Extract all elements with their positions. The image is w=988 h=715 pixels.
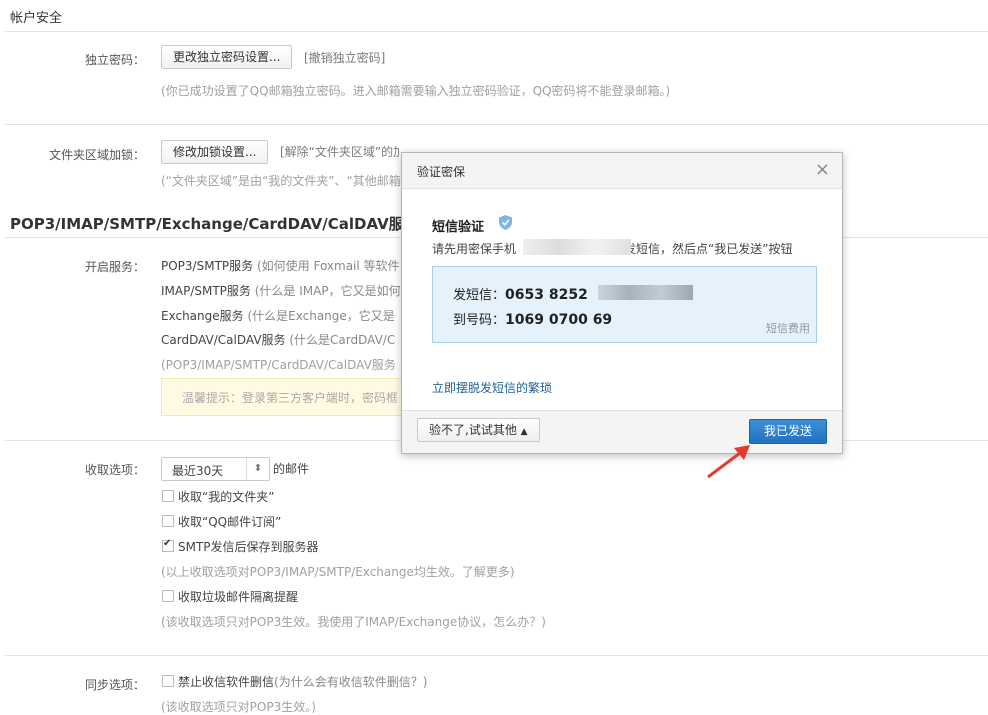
sms-fee-note: 短信费用: [766, 322, 810, 335]
service-carddav-caldav: CardDAV/CalDAV服务 (什么是CardDAV/C: [161, 333, 396, 347]
sent-button[interactable]: 我已发送: [749, 419, 827, 444]
folder-lock-label: 文件夹区域加锁：: [48, 148, 145, 162]
forbid-client-delete-option: 禁止收信软件删信(为什么会有收信软件删信？): [178, 675, 428, 689]
dialog-header: 验证密保 ×: [402, 153, 842, 189]
sms-content-row: 发短信：0653 8252: [453, 287, 588, 303]
receive-options-label: 收取选项：: [84, 463, 145, 477]
change-independent-password-button[interactable]: 更改独立密码设置...: [161, 45, 293, 69]
receive-my-folders-checkbox[interactable]: [162, 490, 174, 502]
phone-number-redacted: [523, 239, 631, 255]
caret-up-icon: ▲: [520, 427, 528, 437]
tip-box: 温馨提示：登录第三方客户端时，密码框: [161, 378, 403, 416]
receive-qq-subscription-label: 收取“QQ邮件订阅”: [178, 515, 282, 529]
select-updown-icon: ⬍: [246, 458, 269, 480]
sms-verify-heading: 短信验证: [432, 220, 485, 235]
spam-reminder-checkbox[interactable]: [162, 590, 174, 602]
spam-reminder-label: 收取垃圾邮件隔离提醒: [178, 590, 299, 604]
annotation-arrow-icon: [707, 445, 750, 479]
service-exchange: Exchange服务 (什么是Exchange，它又是: [161, 309, 395, 323]
forbid-client-delete-checkbox[interactable]: [162, 675, 174, 687]
try-other-method-button[interactable]: 验不了,试试其他 ▲: [417, 418, 540, 442]
services-hint: (POP3/IMAP/SMTP/CardDAV/CalDAV服务: [161, 358, 396, 372]
receive-hint: (以上收取选项对POP3/IMAP/SMTP/Exchange均生效。了解更多): [161, 565, 515, 579]
verify-dialog: 验证密保 × 短信验证 请先用密保手机 发短信，然后点“我已发送”按钮 发短信：0…: [401, 152, 843, 454]
sync-options-label: 同步选项：: [84, 678, 145, 692]
service-pop3-smtp: POP3/SMTP服务 (如何使用 Foxmail 等软件: [161, 259, 400, 273]
pop3-only-hint: (该收取选项只对POP3生效。我使用了IMAP/Exchange协议，怎么办？): [161, 615, 546, 629]
receive-my-folders-label: 收取“我的文件夹”: [178, 490, 275, 504]
sms-content-redacted: [598, 285, 693, 300]
enable-services-label: 开启服务：: [84, 260, 145, 274]
divider: [5, 124, 988, 125]
tip-text: 温馨提示：登录第三方客户端时，密码框: [182, 391, 397, 405]
receive-qq-subscription-checkbox[interactable]: [162, 515, 174, 527]
sync-hint: (该收取选项只对POP3生效。): [161, 700, 316, 714]
independent-password-hint: (你已成功设置了QQ邮箱独立密码。进入邮箱需要输入独立密码验证，QQ密码将不能登…: [161, 84, 671, 98]
receive-range-select[interactable]: 最近30天 ⬍: [161, 457, 270, 481]
divider: [5, 31, 988, 32]
sms-info-box: 发短信：0653 8252 到号码：1069 0700 69 短信费用: [432, 266, 817, 343]
service-imap-smtp: IMAP/SMTP服务 (什么是 IMAP，它又是如何: [161, 284, 401, 298]
receive-range-value: 最近30天: [172, 464, 224, 478]
close-icon[interactable]: ×: [815, 159, 830, 180]
folder-lock-hint: (“文件夹区域”是由“我的文件夹”、“其他邮箱”: [161, 174, 401, 188]
mail-settings-page: 帐户安全 独立密码： 更改独立密码设置... [撤销独立密码] (你已成功设置了…: [0, 0, 988, 714]
divider: [5, 655, 988, 656]
sms-target-row: 到号码：1069 0700 69: [453, 312, 613, 328]
shield-icon: [499, 215, 512, 230]
dialog-title: 验证密保: [417, 165, 466, 179]
free-from-sms-link[interactable]: 立即摆脱发短信的繁琐: [432, 379, 552, 396]
section-title-protocols: POP3/IMAP/SMTP/Exchange/CardDAV/CalDAV服务: [10, 215, 410, 233]
independent-password-label: 独立密码：: [84, 53, 145, 67]
modify-lock-settings-button[interactable]: 修改加锁设置...: [161, 140, 269, 164]
receive-range-suffix: 的邮件: [273, 462, 310, 476]
cancel-independent-password-link[interactable]: [撤销独立密码]: [304, 49, 385, 66]
section-title-account-security: 帐户安全: [10, 11, 63, 26]
smtp-save-to-server-checkbox[interactable]: [162, 538, 174, 552]
smtp-save-to-server-label: SMTP发信后保存到服务器: [178, 540, 319, 554]
unlock-folder-link[interactable]: [解除“文件夹区域”的加锁保护]: [280, 143, 400, 160]
